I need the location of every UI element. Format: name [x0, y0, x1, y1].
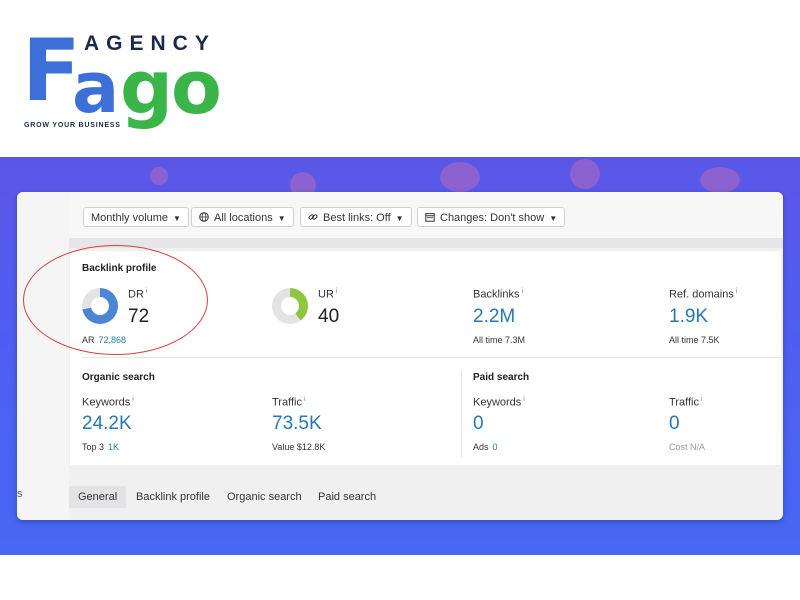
paid-traffic-label-text: Traffic	[669, 396, 699, 409]
info-icon[interactable]: i	[523, 396, 525, 403]
globe-icon	[199, 208, 209, 228]
organic-keywords-label: Keywords i	[82, 396, 134, 409]
info-icon[interactable]: i	[736, 288, 738, 295]
highlight-circle	[23, 245, 208, 355]
filter-bar: Monthly volume ▼ All locations ▼ Best link…	[69, 192, 783, 243]
ads-label: Ads	[473, 442, 489, 452]
tab-general[interactable]: General	[69, 486, 127, 508]
info-icon[interactable]: i	[701, 396, 703, 403]
paid-traffic-value-link[interactable]: 0	[669, 413, 680, 435]
ref-domains-label-text: Ref. domains	[669, 288, 734, 301]
ref-domains-label: Ref. domains i	[669, 288, 737, 301]
cost-row: Cost N/A	[669, 442, 705, 452]
calendar-icon	[425, 208, 435, 228]
backlinks-value-link[interactable]: 2.2M	[473, 306, 515, 328]
ur-label: UR i	[318, 288, 337, 301]
changes-dropdown[interactable]: Changes: Don't show ▼	[417, 207, 566, 228]
decorative-shape	[700, 167, 740, 193]
divider-strip	[69, 238, 783, 248]
organic-search-title: Organic search	[82, 372, 155, 383]
paid-keywords-label: Keywords i	[473, 396, 525, 409]
logo-agency-text: AGENCY	[84, 32, 216, 55]
decorative-shape	[570, 159, 600, 189]
logo-letter-a: a	[72, 47, 120, 129]
top3-value-link[interactable]: 1K	[108, 442, 119, 452]
ref-domains-all-time: All time 7.5K	[669, 335, 720, 345]
top3-row: Top 3 1K	[82, 442, 119, 452]
organic-traffic-label: Traffic i	[272, 396, 306, 409]
caret-down-icon: ▼	[549, 214, 558, 223]
organic-keywords-label-text: Keywords	[82, 396, 131, 409]
dropdown-label: Monthly volume	[91, 212, 169, 224]
logo-letters-go: go	[120, 45, 222, 131]
caret-down-icon: ▼	[173, 214, 181, 223]
card-left-strip	[17, 192, 69, 520]
ads-value-link[interactable]: 0	[493, 442, 498, 452]
dropdown-label: Best links: Off	[323, 212, 391, 224]
info-icon[interactable]: i	[304, 396, 306, 403]
caret-down-icon: ▼	[395, 214, 404, 223]
organic-keywords-value-link[interactable]: 24.2K	[82, 413, 132, 435]
ur-donut-chart	[272, 288, 308, 324]
info-icon[interactable]: i	[132, 396, 134, 403]
monthly-volume-dropdown[interactable]: Monthly volume ▼	[83, 207, 189, 227]
tab-paid-search[interactable]: Paid search	[309, 486, 385, 508]
ur-label-text: UR	[318, 288, 334, 301]
tab-organic-search[interactable]: Organic search	[218, 486, 311, 508]
best-links-dropdown[interactable]: Best links: Off ▼	[300, 207, 412, 227]
ads-row: Ads 0	[473, 442, 498, 452]
top3-label: Top 3	[82, 442, 105, 452]
organic-traffic-label-text: Traffic	[272, 396, 302, 409]
section-vertical-divider	[461, 372, 462, 457]
cost-text: Cost N/A	[669, 442, 706, 452]
decorative-shape	[150, 167, 168, 185]
dropdown-label: All locations	[214, 212, 273, 224]
info-icon[interactable]: i	[336, 288, 338, 295]
backlinks-label-text: Backlinks	[473, 288, 520, 301]
dropdown-label: Changes: Don't show	[440, 212, 545, 224]
paid-keywords-value-link[interactable]: 0	[473, 413, 484, 435]
tab-bar: General Backlink profile Organic search …	[17, 478, 783, 514]
fago-agency-logo: F a go AGENCY GROW YOUR BUSINESS	[22, 21, 262, 140]
ref-domains-value-link[interactable]: 1.9K	[669, 306, 708, 328]
traffic-value-text: Value $12.8K	[272, 442, 326, 452]
backlinks-all-time: All time 7.3M	[473, 335, 526, 345]
caret-down-icon: ▼	[277, 214, 286, 223]
paid-search-title: Paid search	[473, 372, 530, 383]
ur-value: 40	[318, 306, 340, 327]
info-icon[interactable]: i	[521, 288, 523, 295]
link-icon	[308, 208, 318, 228]
paid-keywords-label-text: Keywords	[473, 396, 522, 409]
locations-dropdown[interactable]: All locations ▼	[191, 207, 294, 227]
section-divider	[82, 357, 781, 358]
tab-backlink-profile[interactable]: Backlink profile	[127, 486, 219, 508]
organic-traffic-value-link[interactable]: 73.5K	[272, 413, 322, 435]
paid-traffic-label: Traffic i	[669, 396, 703, 409]
backlinks-label: Backlinks i	[473, 288, 523, 301]
logo-tagline: GROW YOUR BUSINESS	[24, 122, 121, 129]
decorative-shape	[440, 162, 480, 192]
logo-letter-f: F	[22, 21, 81, 121]
